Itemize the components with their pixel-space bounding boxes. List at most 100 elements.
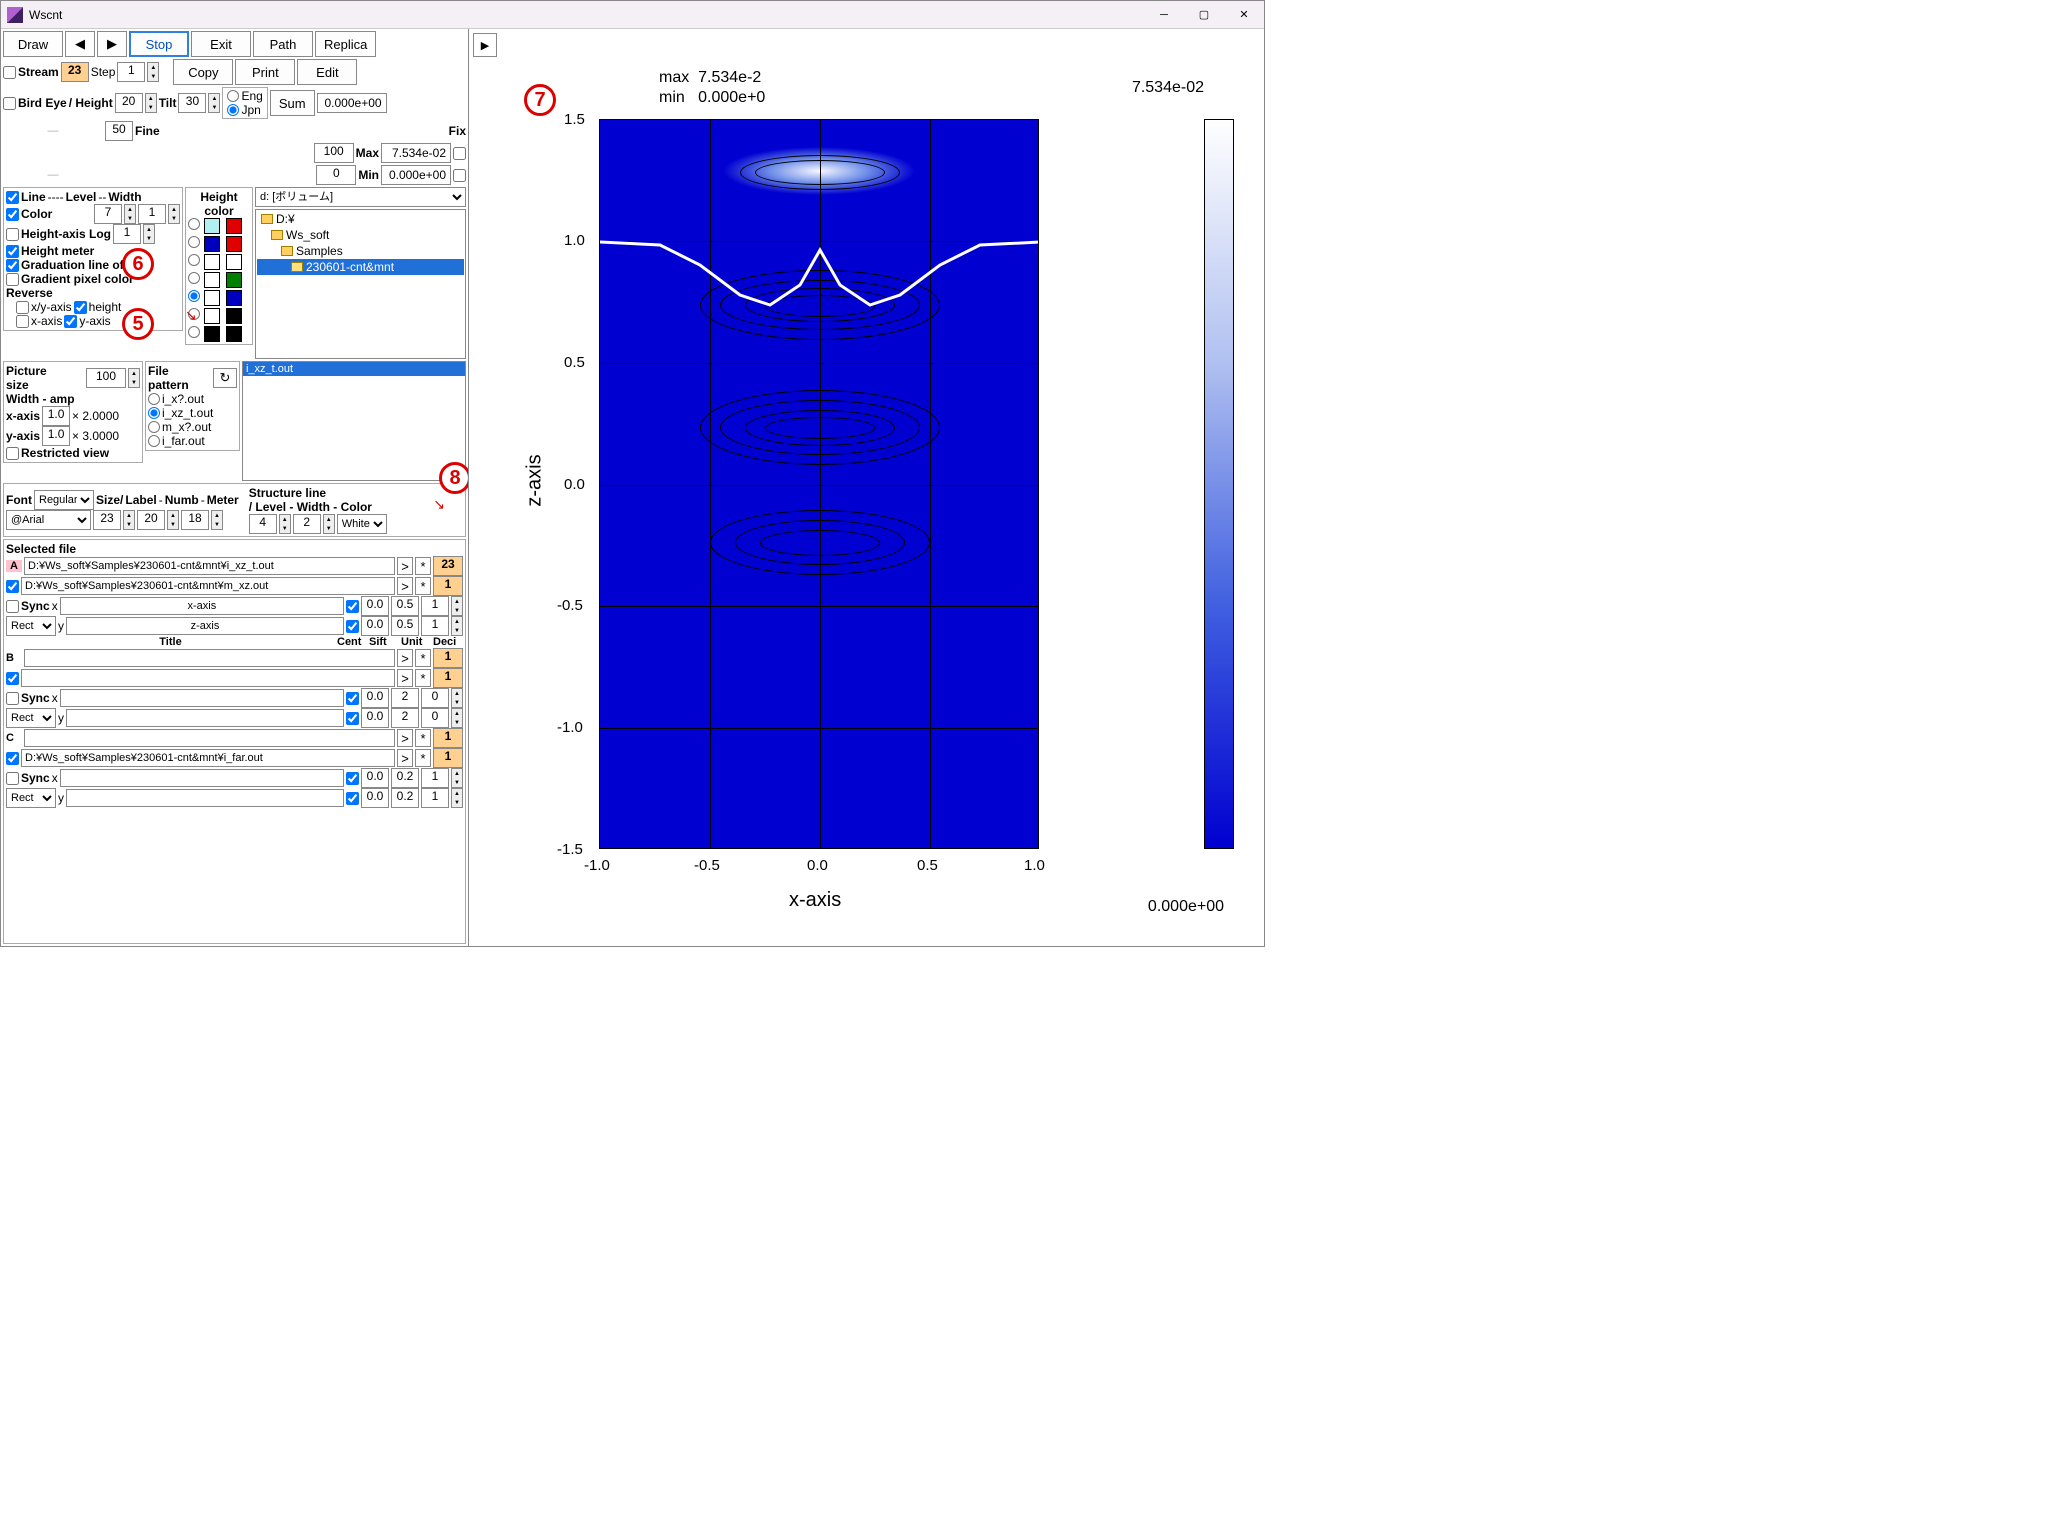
copy-button[interactable]: Copy	[173, 59, 233, 85]
next-button[interactable]: ▶	[97, 31, 127, 57]
min-fix-check[interactable]	[453, 169, 466, 182]
xy-check[interactable]: x/y-axis	[16, 300, 72, 314]
b-y-unit[interactable]: 2	[391, 708, 419, 728]
pat1-radio[interactable]: i_x?.out	[148, 392, 237, 406]
pat2-radio[interactable]: i_xz_t.out	[148, 406, 237, 420]
rect-b-select[interactable]: Rect	[6, 708, 56, 728]
a-y-sift[interactable]: 0.0	[361, 616, 389, 636]
c2-star[interactable]: *	[415, 749, 431, 767]
sum-button[interactable]: Sum	[270, 90, 315, 116]
pat3-radio[interactable]: m_x?.out	[148, 420, 237, 434]
rev-x-check[interactable]: x-axis	[16, 314, 62, 328]
label-spin[interactable]: ▲▼	[123, 510, 135, 530]
xamp-val[interactable]: 1.0	[42, 406, 70, 426]
rev-height-check[interactable]: height	[74, 300, 122, 314]
a-x-unit[interactable]: 0.5	[391, 596, 419, 616]
drive-select[interactable]: d: [ボリューム]	[255, 187, 466, 207]
birdeye-check[interactable]: Bird Eye	[3, 96, 67, 110]
play-button[interactable]: ▶	[473, 33, 497, 57]
c2-check[interactable]	[6, 752, 19, 765]
file-c2-path[interactable]	[21, 749, 395, 767]
a-gt[interactable]: >	[397, 557, 413, 575]
file-list[interactable]: i_xz_t.out	[242, 361, 466, 481]
line-check[interactable]: Line	[6, 190, 46, 204]
hmeter-check[interactable]: Height meter	[6, 244, 94, 258]
c-y-title[interactable]	[66, 789, 344, 807]
sync-b-check[interactable]: Sync	[6, 691, 50, 705]
b-x-cent[interactable]	[346, 692, 359, 705]
file-b2-path[interactable]	[21, 669, 395, 687]
zero-value[interactable]: 0	[316, 165, 356, 185]
max-fix-check[interactable]	[453, 147, 466, 160]
a-y-cent[interactable]	[346, 620, 359, 633]
b-x-deci[interactable]: 0	[421, 688, 449, 708]
yamp-val[interactable]: 1.0	[42, 426, 70, 446]
height-spinner[interactable]: ▲▼	[145, 93, 157, 113]
step-spinner[interactable]: ▲▼	[147, 62, 159, 82]
b-y-title[interactable]	[66, 709, 344, 727]
max-value[interactable]: 7.534e-02	[381, 143, 451, 163]
c-x-unit[interactable]: 0.2	[391, 768, 419, 788]
struct-level[interactable]: 4	[249, 514, 277, 534]
rect-c-select[interactable]: Rect	[6, 788, 56, 808]
c-y-unit[interactable]: 0.2	[391, 788, 419, 808]
c-x-spin[interactable]: ▲▼	[451, 768, 463, 788]
c2-gt[interactable]: >	[397, 749, 413, 767]
close-button[interactable]: ✕	[1224, 1, 1264, 29]
c-x-deci[interactable]: 1	[421, 768, 449, 788]
file-b-path[interactable]	[24, 649, 395, 667]
struct-width[interactable]: 2	[293, 514, 321, 534]
hlog-spin[interactable]: ▲▼	[143, 224, 155, 244]
print-button[interactable]: Print	[235, 59, 295, 85]
label-size[interactable]: 23	[93, 510, 121, 530]
tilt-spinner[interactable]: ▲▼	[208, 93, 220, 113]
b-y-sift[interactable]: 0.0	[361, 708, 389, 728]
a-x-deci[interactable]: 1	[421, 596, 449, 616]
hundred-value[interactable]: 100	[314, 143, 354, 163]
a2-gt[interactable]: >	[397, 577, 413, 595]
color-level-spin[interactable]: ▲▼	[124, 204, 136, 224]
a-y-title[interactable]	[66, 617, 344, 635]
picsize-value[interactable]: 100	[86, 368, 126, 388]
minimize-button[interactable]: ─	[1144, 1, 1184, 29]
font-family-select[interactable]: @Arial	[6, 510, 91, 530]
color-grid[interactable]	[188, 218, 250, 342]
b2-check[interactable]	[6, 672, 19, 685]
stream-check[interactable]: Stream	[3, 65, 59, 79]
font-weight-select[interactable]: Regular	[34, 490, 94, 510]
file-a2-path[interactable]	[21, 577, 395, 595]
hlog-check[interactable]: Height-axis Log	[6, 227, 111, 241]
b2-star[interactable]: *	[415, 669, 431, 687]
stop-button[interactable]: Stop	[129, 31, 189, 57]
c-y-deci[interactable]: 1	[421, 788, 449, 808]
stream-value[interactable]: 23	[61, 62, 89, 82]
c-gt[interactable]: >	[397, 729, 413, 747]
replica-button[interactable]: Replica	[315, 31, 376, 57]
a-x-cent[interactable]	[346, 600, 359, 613]
a2-check[interactable]	[6, 580, 19, 593]
step-value[interactable]: 1	[117, 62, 145, 82]
meter-size[interactable]: 18	[181, 510, 209, 530]
b-gt[interactable]: >	[397, 649, 413, 667]
color-width-spin[interactable]: ▲▼	[168, 204, 180, 224]
color-width[interactable]: 1	[138, 204, 166, 224]
sync-a-check[interactable]: Sync	[6, 599, 50, 613]
file-c-path[interactable]	[24, 729, 395, 747]
b-y-deci[interactable]: 0	[421, 708, 449, 728]
c-y-cent[interactable]	[346, 792, 359, 805]
c-y-spin[interactable]: ▲▼	[451, 788, 463, 808]
prev-button[interactable]: ◀	[65, 31, 95, 57]
b2-gt[interactable]: >	[397, 669, 413, 687]
exit-button[interactable]: Exit	[191, 31, 251, 57]
sync-c-check[interactable]: Sync	[6, 771, 50, 785]
eng-radio[interactable]: Eng	[227, 89, 262, 103]
draw-button[interactable]: Draw	[3, 31, 63, 57]
a-y-deci[interactable]: 1	[421, 616, 449, 636]
rect-a-select[interactable]: Rect	[6, 616, 56, 636]
refresh-button[interactable]: ↻	[213, 368, 237, 388]
c-star[interactable]: *	[415, 729, 431, 747]
file-a-path[interactable]	[24, 557, 395, 575]
tilt-value[interactable]: 30	[178, 93, 206, 113]
maximize-button[interactable]: ▢	[1184, 1, 1224, 29]
height-value[interactable]: 20	[115, 93, 143, 113]
